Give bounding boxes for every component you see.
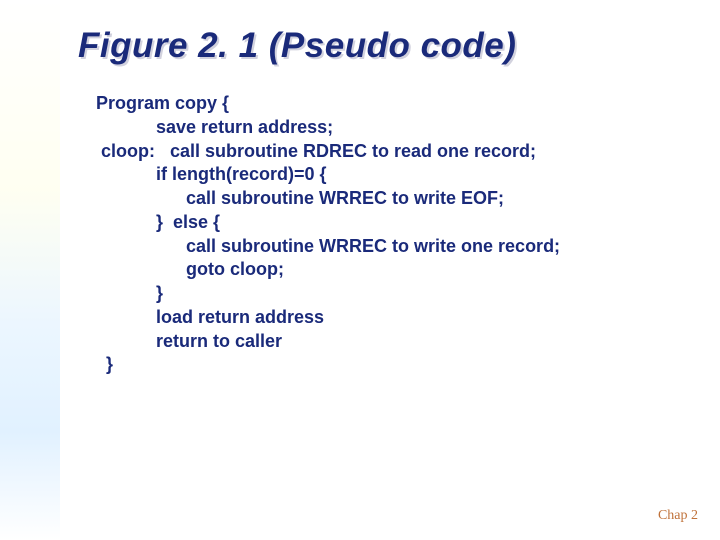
code-line: Program copy {	[96, 93, 229, 113]
code-line: if length(record)=0 {	[96, 164, 327, 184]
code-line: } else {	[96, 212, 220, 232]
pseudocode-block: Program copy { save return address; cloo…	[96, 92, 560, 377]
code-line: goto cloop;	[96, 259, 284, 279]
code-line: call subroutine WRREC to write EOF;	[96, 188, 504, 208]
decorative-gradient	[0, 0, 60, 540]
code-line: load return address	[96, 307, 324, 327]
slide-title: Figure 2. 1 (Pseudo code)	[78, 26, 516, 66]
code-line: call subroutine WRREC to write one recor…	[96, 236, 560, 256]
code-line: return to caller	[96, 331, 282, 351]
footer-chapter: Chap 2	[658, 508, 698, 524]
code-line: save return address;	[96, 117, 333, 137]
code-line: cloop: call subroutine RDREC to read one…	[96, 141, 536, 161]
code-line: }	[96, 354, 113, 374]
code-line: }	[96, 283, 163, 303]
